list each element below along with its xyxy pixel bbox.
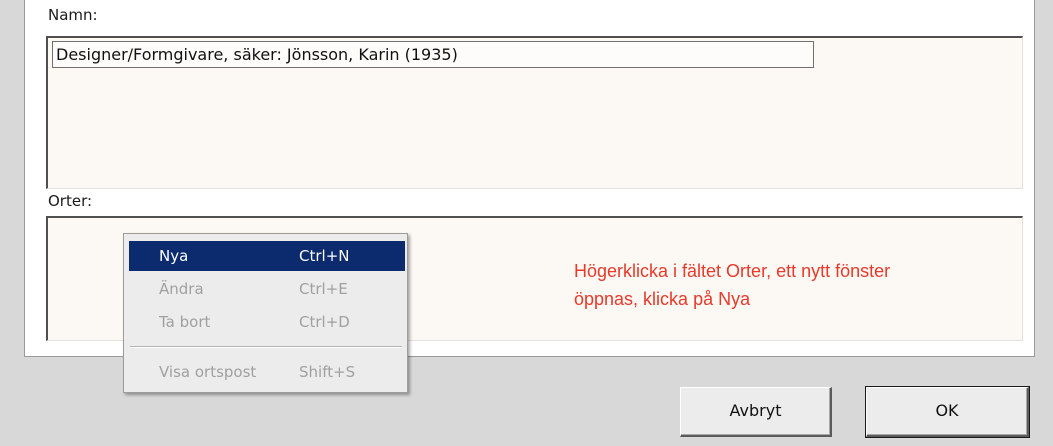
- menu-item-label: Ändra: [159, 280, 204, 298]
- ok-button[interactable]: OK: [865, 386, 1030, 438]
- namn-listbox[interactable]: Designer/Formgivare, säker: Jönsson, Kar…: [46, 36, 1023, 189]
- namn-list-item-selected[interactable]: Designer/Formgivare, säker: Jönsson, Kar…: [52, 41, 814, 68]
- instruction-line-2: öppnas, klicka på Nya: [574, 289, 751, 309]
- cancel-button[interactable]: Avbryt: [680, 387, 832, 437]
- menu-item-nya[interactable]: Nya Ctrl+N: [129, 241, 405, 271]
- orter-label: Orter:: [48, 192, 93, 210]
- menu-item-shortcut: Shift+S: [299, 363, 356, 381]
- menu-item-label: Nya: [159, 247, 189, 265]
- menu-item-label: Visa ortspost: [159, 363, 257, 381]
- instruction-line-1: Högerklicka i fältet Orter, ett nytt fön…: [574, 261, 891, 281]
- instruction-annotation: Högerklicka i fältet Orter, ett nytt fön…: [574, 257, 1014, 313]
- menu-item-shortcut: Ctrl+D: [299, 313, 350, 331]
- menu-item-visa-ortspost[interactable]: Visa ortspost Shift+S: [129, 357, 405, 387]
- namn-label: Namn:: [48, 6, 98, 24]
- menu-item-ta-bort[interactable]: Ta bort Ctrl+D: [129, 307, 405, 337]
- menu-item-label: Ta bort: [159, 313, 211, 331]
- menu-item-andra[interactable]: Ändra Ctrl+E: [129, 274, 405, 304]
- context-menu: Nya Ctrl+N Ändra Ctrl+E Ta bort Ctrl+D V…: [123, 233, 408, 393]
- menu-separator: [130, 346, 402, 348]
- menu-item-shortcut: Ctrl+N: [299, 247, 350, 265]
- menu-item-shortcut: Ctrl+E: [299, 280, 348, 298]
